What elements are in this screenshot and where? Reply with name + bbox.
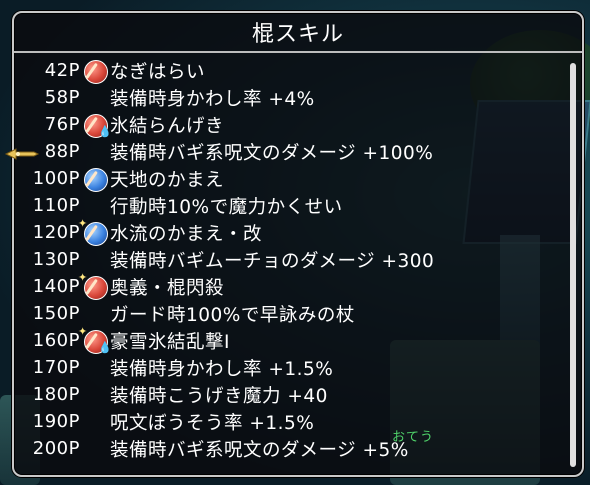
skill-name: ガード時100%で早詠みの杖 — [110, 304, 355, 326]
skill-row[interactable]: 150P ガード時100%で早詠みの杖 — [14, 300, 564, 327]
blue-orb-staff-spark-icon: ✦ — [78, 218, 110, 246]
skill-window: 棍スキル 42P なぎはらい 58P 装備時身かわし率 +4% 76P 💧 氷結… — [4, 11, 584, 477]
skill-row[interactable]: 76P 💧 氷結らんげき — [14, 111, 564, 138]
skill-name: 豪雪氷結乱撃Ⅰ — [110, 331, 230, 353]
skill-list: 42P なぎはらい 58P 装備時身かわし率 +4% 76P 💧 氷結らんげき … — [14, 57, 564, 462]
skill-points: 140P — [32, 276, 80, 297]
skill-name: 天地のかまえ — [110, 169, 225, 191]
skill-points: 120P — [32, 222, 80, 243]
red-orb-staff-ice-icon: 💧 — [82, 113, 112, 138]
skill-name: 奥義・棍閃殺 — [110, 277, 225, 299]
skill-name: 行動時10%で魔力かくせい — [110, 196, 343, 218]
title-bar: 棍スキル — [14, 13, 582, 53]
skill-name: 装備時身かわし率 +1.5% — [110, 358, 334, 380]
skill-row[interactable]: 180P 装備時こうげき魔力 +40 — [14, 381, 564, 408]
skill-row[interactable]: 120P ✦ 水流のかまえ・改 — [14, 218, 564, 246]
skill-points: 160P — [32, 330, 80, 351]
window-title: 棍スキル — [251, 22, 344, 47]
skill-points: 88P — [44, 141, 80, 162]
empty-icon-slot — [82, 302, 110, 326]
empty-icon-slot — [82, 86, 110, 110]
skill-points: 130P — [32, 249, 80, 270]
skill-name: 装備時こうげき魔力 +40 — [110, 385, 328, 407]
red-orb-staff-ice-spark-icon: ✦ 💧 — [78, 324, 112, 354]
empty-icon-slot — [82, 356, 110, 380]
skill-row[interactable]: 140P ✦ 奥義・棍閃殺 — [14, 272, 564, 300]
skill-row[interactable]: 170P 装備時身かわし率 +1.5% — [14, 354, 564, 381]
empty-icon-slot — [82, 194, 110, 218]
skill-row[interactable]: 58P 装備時身かわし率 +4% — [14, 84, 564, 111]
skill-points: 76P — [44, 114, 80, 135]
skill-row[interactable]: 160P ✦ 💧 豪雪氷結乱撃Ⅰ — [14, 324, 564, 354]
scrollbar-thumb[interactable] — [570, 63, 576, 467]
empty-icon-slot — [82, 383, 110, 407]
skill-points: 110P — [32, 195, 80, 216]
skill-points: 170P — [32, 357, 80, 378]
skill-name: 水流のかまえ・改 — [110, 223, 263, 245]
red-orb-staff-icon — [82, 59, 110, 84]
empty-icon-slot — [82, 140, 110, 164]
game-scene: 棍スキル 42P なぎはらい 58P 装備時身かわし率 +4% 76P 💧 氷結… — [0, 0, 590, 485]
skill-name: 装備時バギ系呪文のダメージ +100% — [110, 142, 434, 164]
skill-name: 装備時バギ系呪文のダメージ +5% — [110, 439, 409, 461]
skill-row[interactable]: 100P 天地のかまえ — [14, 165, 564, 192]
skill-name: 装備時身かわし率 +4% — [110, 88, 315, 110]
skill-row-selected[interactable]: 88P 装備時バギ系呪文のダメージ +100% — [14, 138, 564, 165]
skill-row[interactable]: 42P なぎはらい — [14, 57, 564, 84]
skill-name: 氷結らんげき — [110, 115, 225, 137]
skill-points: 200P — [32, 438, 80, 459]
skill-points: 150P — [32, 303, 80, 324]
red-orb-staff-spark-icon: ✦ — [78, 272, 110, 300]
skill-points: 58P — [44, 87, 80, 108]
skill-name: 呪文ぼうそう率 +1.5% — [110, 412, 315, 434]
skill-name: 装備時バギムーチョのダメージ +300 — [110, 250, 435, 272]
skill-points: 190P — [32, 411, 80, 432]
empty-icon-slot — [82, 437, 110, 461]
skill-row[interactable]: 130P 装備時バギムーチョのダメージ +300 — [14, 246, 564, 273]
empty-icon-slot — [82, 410, 110, 434]
skill-row[interactable]: 110P 行動時10%で魔力かくせい — [14, 192, 564, 219]
skill-points: 100P — [32, 168, 80, 189]
skill-name: なぎはらい — [110, 61, 206, 83]
skill-row[interactable]: 190P 呪文ぼうそう率 +1.5% — [14, 408, 564, 435]
blue-orb-staff-icon — [82, 167, 110, 192]
skill-row[interactable]: 200P 装備時バギ系呪文のダメージ +5% — [14, 435, 564, 462]
skill-points: 180P — [32, 384, 80, 405]
npc-name-label: おてう — [392, 430, 435, 445]
skill-points: 42P — [44, 60, 80, 81]
empty-icon-slot — [82, 248, 110, 272]
